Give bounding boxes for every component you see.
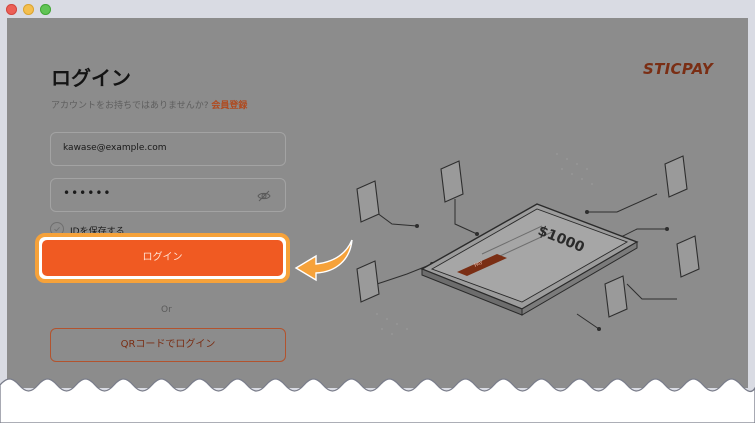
email-value: kawase@example.com	[63, 143, 167, 153]
browser-window: ログイン アカウントをお持ちではありませんか? 会員登録 STICPAY kaw…	[0, 0, 755, 423]
email-field[interactable]: kawase@example.com	[50, 132, 286, 166]
phone-illustration: PAY $1000	[420, 203, 639, 316]
pointer-arrow-icon	[294, 239, 353, 282]
or-divider: Or	[161, 305, 172, 315]
title-bar	[0, 0, 755, 18]
qr-login-button[interactable]: QRコードでログイン	[50, 328, 286, 362]
signup-prompt: アカウントをお持ちではありませんか? 会員登録	[51, 98, 247, 111]
sticpay-logo: STICPAY	[643, 60, 714, 78]
register-link[interactable]: 会員登録	[211, 101, 247, 111]
minimize-window-icon[interactable]	[23, 4, 34, 15]
eye-off-icon[interactable]	[257, 189, 271, 203]
zoom-window-icon[interactable]	[40, 4, 51, 15]
login-button[interactable]: ログイン	[42, 240, 283, 276]
close-window-icon[interactable]	[6, 4, 17, 15]
password-value: ••••••	[63, 186, 112, 200]
torn-edge-wave	[0, 378, 755, 423]
password-field[interactable]: ••••••	[50, 178, 286, 212]
login-page: ログイン アカウントをお持ちではありませんか? 会員登録 STICPAY kaw…	[7, 18, 748, 388]
signup-prompt-text: アカウントをお持ちではありませんか?	[51, 101, 209, 111]
page-title: ログイン	[51, 66, 131, 90]
phone-payment-illustration: PAY $1000	[356, 153, 700, 335]
